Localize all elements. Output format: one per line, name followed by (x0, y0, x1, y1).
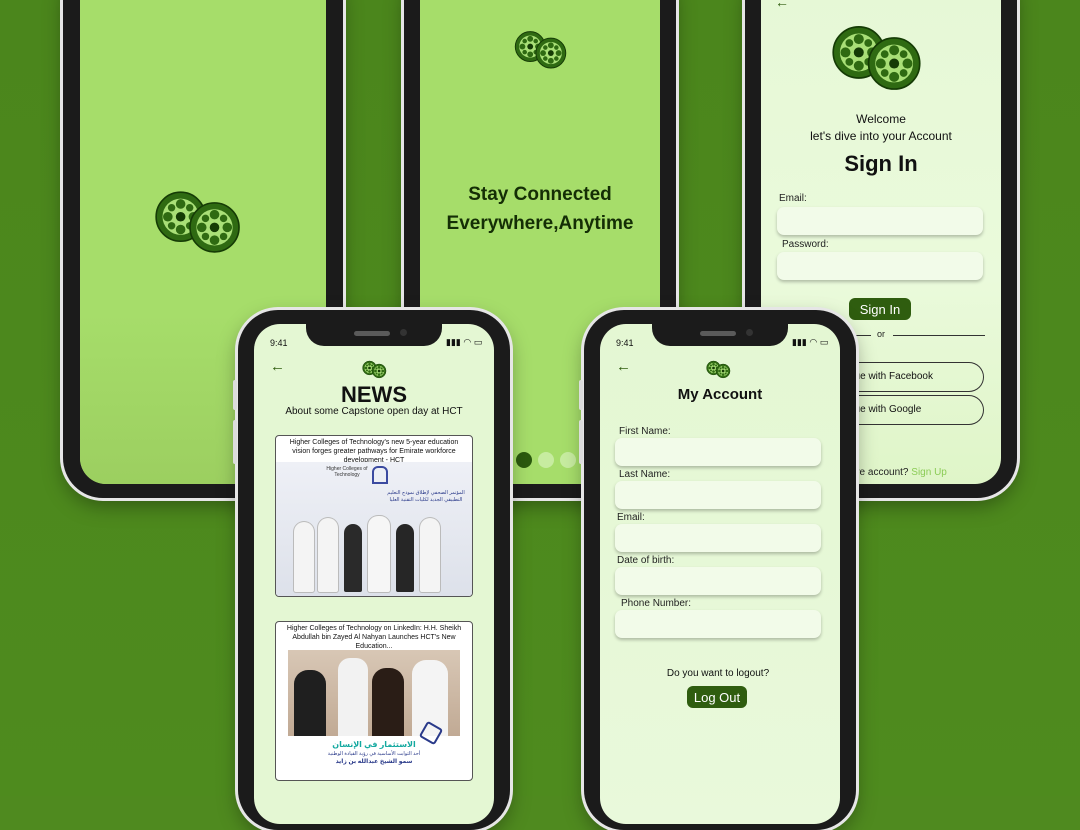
account-phone: 9:41 ▮▮▮ ◠ ▭ ← My Account First Name: La… (579, 310, 856, 830)
last-name-label: Last Name: (619, 469, 671, 480)
back-arrow-icon[interactable]: ← (270, 358, 285, 375)
news-subtitle: About some Capstone open day at HCT (285, 406, 463, 417)
status-icons: ▮▮▮ ◠ ▭ (446, 337, 483, 347)
side-button (579, 380, 583, 410)
welcome-subtitle: let's dive into your Account (810, 129, 952, 143)
account-title: My Account (677, 386, 763, 403)
film-reel-icon (362, 360, 387, 379)
side-button (579, 420, 583, 464)
film-reel-icon (155, 191, 240, 253)
news-phone: 9:41 ▮▮▮ ◠ ▭ ← NEWS About some Capstone … (233, 310, 510, 830)
signin-button[interactable]: Sign In (849, 298, 911, 320)
hct-logo-icon (372, 466, 388, 484)
news-caption: Higher Colleges of Technology on LinkedI… (286, 625, 462, 650)
logout-prompt: Do you want to logout? (666, 668, 770, 679)
film-reel-icon (706, 360, 731, 379)
signup-link[interactable]: Sign Up (911, 467, 947, 478)
onboarding-title: Stay Connected Everywhere,Anytime (446, 184, 634, 234)
page-dot[interactable] (516, 452, 532, 468)
email-label: Email: (617, 512, 645, 523)
page-dot[interactable] (560, 452, 576, 468)
first-name-field[interactable] (615, 438, 821, 466)
photo-people (288, 508, 458, 592)
news-card[interactable]: Higher Colleges of Technology's new 5-ye… (275, 435, 473, 597)
news-image: Higher Colleges of Technology المؤتمر ال… (276, 462, 472, 596)
speaker (700, 331, 736, 336)
email-field[interactable] (615, 524, 821, 552)
side-button (233, 380, 237, 410)
first-name-label: First Name: (619, 426, 671, 437)
account-screen: 9:41 ▮▮▮ ◠ ▭ ← My Account First Name: La… (600, 324, 840, 824)
welcome-text: Welcome (856, 112, 906, 126)
camera (400, 329, 407, 336)
banner-arabic: المؤتمر الصحفي لإطلاق نموذج التعليم التط… (387, 490, 465, 503)
logout-button[interactable]: Log Out (687, 686, 747, 708)
dob-label: Date of birth: (617, 555, 675, 566)
last-name-field[interactable] (615, 481, 821, 509)
signin-title: Sign In (844, 151, 918, 176)
page-dot[interactable] (538, 452, 554, 468)
email-label: Email: (779, 193, 807, 204)
or-divider: or (841, 329, 986, 341)
email-field[interactable] (777, 207, 983, 235)
phone-label: Phone Number: (621, 598, 692, 609)
back-arrow-icon[interactable]: ← (616, 358, 631, 375)
news-card[interactable]: Higher Colleges of Technology on LinkedI… (275, 621, 473, 781)
back-arrow-icon[interactable]: ← (775, 0, 789, 10)
password-field[interactable] (777, 252, 983, 280)
news-title: NEWS (341, 382, 407, 407)
side-button (233, 420, 237, 464)
film-reel-icon (832, 26, 921, 90)
banner-english: Higher Colleges of Technology (326, 466, 368, 478)
signup-footer: ave account? Sign Up (849, 467, 947, 478)
dob-field[interactable] (615, 567, 821, 595)
status-time: 9:41 (616, 338, 634, 348)
speaker (354, 331, 390, 336)
status-time: 9:41 (270, 338, 288, 348)
news-image: الاستثمار في الإنسان أحد الثوابت الأساسي… (288, 650, 460, 780)
camera (746, 329, 753, 336)
news-screen: 9:41 ▮▮▮ ◠ ▭ ← NEWS About some Capstone … (254, 324, 494, 824)
phone-field[interactable] (615, 610, 821, 638)
password-label: Password: (782, 239, 829, 250)
film-reel-icon (514, 31, 567, 69)
status-icons: ▮▮▮ ◠ ▭ (792, 337, 829, 347)
